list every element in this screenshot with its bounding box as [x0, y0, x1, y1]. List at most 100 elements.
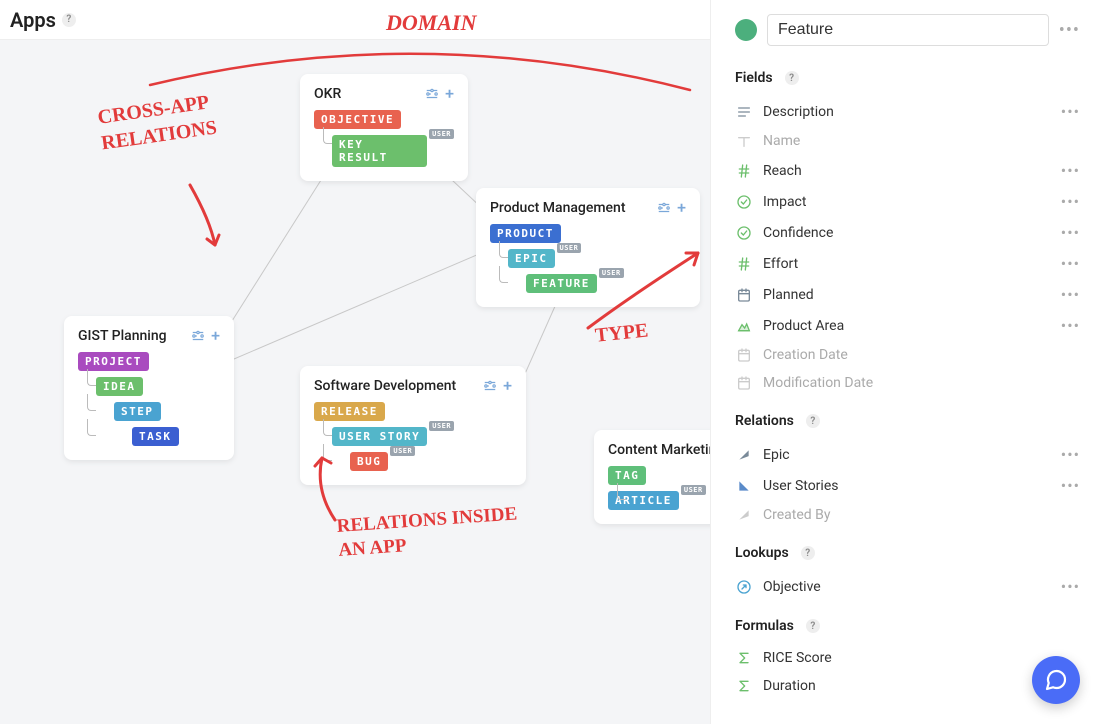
help-icon[interactable]: ? [62, 13, 76, 27]
tag-label: TASK [132, 427, 179, 446]
row-label: Name [763, 133, 1080, 149]
help-icon[interactable]: ? [806, 619, 820, 633]
text-icon [735, 133, 753, 149]
cal-icon [735, 375, 753, 391]
canvas-workspace[interactable]: Apps ? OKR + OBJECTIVEKEY RESULTUSER Pro… [0, 0, 710, 724]
row-label: Epic [763, 447, 1051, 463]
tag-label: KEY RESULT [332, 135, 427, 167]
type-tag[interactable]: USER STORYUSER [314, 427, 454, 446]
more-icon[interactable]: ••• [1061, 102, 1080, 121]
annotation-type: TYPE [594, 319, 649, 347]
more-icon[interactable]: ••• [1061, 476, 1080, 495]
field-row[interactable]: Modification Date [735, 369, 1080, 397]
app-card-okr[interactable]: OKR + OBJECTIVEKEY RESULTUSER [300, 74, 468, 181]
more-icon[interactable]: ••• [1061, 161, 1080, 180]
row-label: Creation Date [763, 347, 1080, 363]
app-title: GIST Planning [78, 328, 167, 344]
row-label: Confidence [763, 225, 1051, 241]
more-icon[interactable]: ••• [1061, 223, 1080, 242]
field-row[interactable]: Epic ••• [735, 439, 1080, 470]
type-tag[interactable]: BUGUSER [314, 452, 415, 471]
field-row[interactable]: User Stories••• [735, 470, 1080, 501]
add-icon[interactable]: + [677, 201, 686, 215]
more-icon[interactable]: ••• [1061, 285, 1080, 304]
field-row[interactable]: Reach ••• [735, 155, 1080, 186]
add-icon[interactable]: + [211, 329, 220, 343]
field-row[interactable]: Description••• [735, 96, 1080, 127]
field-row[interactable]: Impact ••• [735, 186, 1080, 217]
tag-label: IDEA [96, 377, 143, 396]
tag-label: FEATURE [526, 274, 597, 293]
tag-list: RELEASEUSER STORYUSERBUGUSER [314, 402, 512, 471]
tag-label: EPIC [508, 249, 555, 268]
more-icon[interactable]: ••• [1061, 254, 1080, 273]
app-title: Content Marketing [608, 442, 724, 458]
add-icon[interactable]: + [503, 379, 512, 393]
desc-icon [735, 104, 753, 120]
user-badge: USER [599, 268, 624, 278]
app-card-software[interactable]: Software Development + RELEASEUSER STORY… [300, 366, 526, 485]
field-row[interactable]: Product Area ••• [735, 310, 1080, 341]
formulas-section: Formulas ? RICE ScoreDuration [735, 618, 1080, 700]
field-row[interactable]: Name [735, 127, 1080, 155]
type-tag[interactable]: TASK [78, 427, 179, 446]
settings-icon[interactable] [483, 379, 497, 393]
field-row[interactable]: Confidence ••• [735, 217, 1080, 248]
details-sidebar: ••• Fields ? Description•••NameReach•••I… [710, 0, 1100, 724]
user-badge: USER [429, 421, 454, 431]
help-icon[interactable]: ? [801, 546, 815, 560]
settings-icon[interactable] [191, 329, 205, 343]
app-title: Product Management [490, 200, 626, 216]
user-badge: USER [390, 446, 415, 456]
sigma-icon [735, 650, 753, 666]
type-tag[interactable]: KEY RESULTUSER [314, 135, 454, 167]
tag-list: OBJECTIVEKEY RESULTUSER [314, 110, 454, 167]
section-label: Relations [735, 413, 794, 429]
type-tag[interactable]: ARTICLEUSER [608, 491, 706, 510]
field-row[interactable]: Planned••• [735, 279, 1080, 310]
chat-fab[interactable] [1032, 656, 1080, 704]
annotation-cross-app: CROSS-APP RELATIONS [96, 83, 262, 157]
more-icon[interactable]: ••• [1061, 316, 1080, 335]
field-row[interactable]: Created By [735, 501, 1080, 529]
more-icon[interactable]: ••• [1061, 577, 1080, 596]
more-icon[interactable]: ••• [1061, 445, 1080, 464]
settings-icon[interactable] [425, 87, 439, 101]
tag-label: USER STORY [332, 427, 427, 446]
section-label: Formulas [735, 618, 794, 634]
more-icon[interactable]: ••• [1061, 192, 1080, 211]
lookups-section: Lookups ? Objective••• [735, 545, 1080, 602]
add-icon[interactable]: + [445, 87, 454, 101]
type-avatar[interactable] [735, 19, 757, 41]
type-tag[interactable]: FEATUREUSER [490, 274, 624, 293]
field-row[interactable]: Creation Date [735, 341, 1080, 369]
app-card-pm[interactable]: Product Management + PRODUCTEPICUSERFEAT… [476, 188, 700, 307]
field-row[interactable]: RICE Score [735, 644, 1080, 672]
type-tag[interactable]: TAG [608, 466, 646, 485]
row-label: Effort [763, 256, 1051, 272]
app-card-gist[interactable]: GIST Planning + PROJECTIDEASTEPTASK [64, 316, 234, 460]
field-row[interactable]: Duration [735, 672, 1080, 700]
row-label: Created By [763, 507, 1080, 523]
fields-section: Fields ? Description•••NameReach•••Impac… [735, 70, 1080, 397]
field-row[interactable]: Objective ••• [735, 571, 1080, 602]
row-label: Reach [763, 163, 1051, 179]
row-label: Objective [763, 579, 1051, 595]
sigma-icon [735, 678, 753, 694]
check-icon [735, 194, 753, 210]
relup-icon [735, 508, 753, 522]
field-row[interactable]: Effort ••• [735, 248, 1080, 279]
lookup-icon [735, 579, 753, 595]
tag-list: PRODUCTEPICUSERFEATUREUSER [490, 224, 686, 293]
more-icon[interactable]: ••• [1059, 20, 1080, 41]
help-icon[interactable]: ? [785, 71, 799, 85]
tag-label: STEP [114, 402, 161, 421]
relations-section: Relations ? Epic•••User Stories•••Create… [735, 413, 1080, 529]
type-title-input[interactable] [767, 14, 1049, 46]
row-label: Modification Date [763, 375, 1080, 391]
help-icon[interactable]: ? [806, 414, 820, 428]
app-title: Software Development [314, 378, 456, 394]
row-label: Impact [763, 194, 1051, 210]
row-label: Product Area [763, 318, 1051, 334]
settings-icon[interactable] [657, 201, 671, 215]
